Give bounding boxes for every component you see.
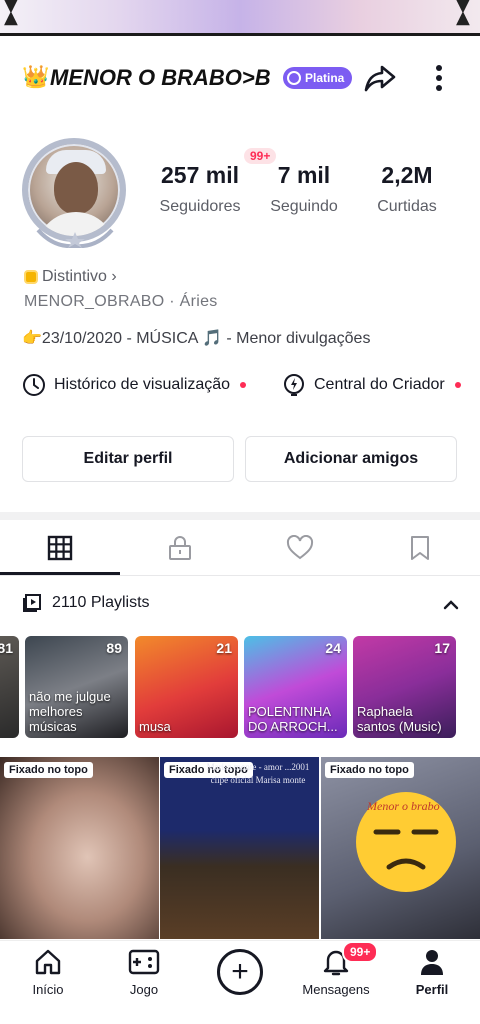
playlists-header[interactable]: 2110 Playlists (22, 593, 150, 613)
profile-handle: MENOR_OBRABO · Áries (24, 293, 218, 310)
history-link[interactable]: Histórico de visualização (22, 373, 247, 397)
heart-icon (286, 535, 314, 560)
grid-icon (47, 535, 73, 561)
platina-badge[interactable]: Platina (283, 67, 353, 89)
edit-profile-button[interactable]: Editar perfil (22, 436, 234, 482)
likes-stat[interactable]: 2,2M Curtidas (362, 160, 452, 218)
followers-label: Seguidores (159, 198, 241, 215)
distintivo-link[interactable]: Distintivo › (24, 268, 117, 286)
video-caption: Marisa monte - amor ...2001 clipe oficia… (206, 762, 310, 785)
lightbulb-icon (284, 374, 304, 396)
playlist-name: POLENTINHA DO ARROCH... (248, 704, 338, 734)
avatar-face-shape (54, 162, 98, 214)
notification-dot (454, 382, 461, 388)
playlist-card[interactable]: 24 POLENTINHA DO ARROCH... (244, 636, 347, 738)
nav-messages-label: Mensagens (302, 982, 370, 997)
nav-home-label: Início (32, 982, 64, 997)
platina-icon (287, 71, 301, 85)
active-tab-indicator (0, 572, 120, 575)
profile-stats: 257 mil Seguidores 7 mil Seguindo 2,2M C… (150, 160, 460, 224)
tab-private[interactable] (120, 520, 240, 576)
tab-saved[interactable] (360, 520, 480, 576)
playlist-name: não me julgue melhores músicas (29, 689, 111, 734)
playlist-card[interactable]: 89 não me julgue melhores músicas (25, 636, 128, 738)
following-badge: 99+ (244, 148, 277, 164)
playlist-count: 17 (434, 640, 450, 656)
crown-emoji: 👑 (22, 64, 50, 89)
profile-tabs (0, 520, 480, 576)
profile-bio: 👉23/10/2020 - MÚSICA 🎵 - Menor divulgaçõ… (22, 330, 371, 347)
pinned-label: Fixado no topo (4, 762, 93, 778)
following-count: 7 mil (277, 162, 331, 188)
more-icon[interactable] (424, 60, 454, 96)
platina-label: Platina (305, 71, 345, 85)
likes-count: 2,2M (381, 162, 433, 188)
playlist-card[interactable]: 17 Raphaela santos (Music) (353, 636, 456, 738)
create-post-button[interactable]: + (217, 949, 263, 995)
playlist-count: 21 (216, 640, 232, 656)
zigzag-decoration: ▼ ▲ (4, 0, 18, 28)
zigzag-decoration: ▼ ▲ (456, 0, 470, 28)
bottom-navigation: Início Jogo + Mensagens 99+ Perfil (0, 940, 480, 1024)
creator-center-link[interactable]: Central do Criador (282, 373, 461, 397)
profile-username: MENOR O BRABO>B (50, 65, 271, 90)
nav-profile-label: Perfil (415, 982, 449, 997)
playlist-name: musa (139, 719, 171, 734)
section-divider (0, 512, 480, 520)
tab-videos[interactable] (0, 520, 120, 576)
video-thumbnail[interactable]: Fixado no topo Menor o brabo (321, 757, 480, 939)
followers-stat[interactable]: 257 mil Seguidores (150, 160, 250, 218)
playlist-icon (23, 594, 41, 612)
profile-icon (421, 950, 443, 975)
home-icon (35, 949, 61, 975)
history-label: Histórico de visualização (54, 376, 231, 393)
video-thumbnail[interactable]: Fixado no topo (0, 757, 159, 939)
chevron-up-icon[interactable] (440, 594, 462, 616)
notification-dot (240, 382, 247, 388)
playlist-card[interactable]: 81 (0, 636, 19, 738)
playlist-carousel: 81 89 não me julgue melhores músicas 21 … (0, 636, 480, 740)
followers-count: 257 mil (161, 162, 239, 188)
distintivo-label: Distintivo › (42, 268, 117, 285)
pinned-label: Fixado no topo (325, 762, 414, 778)
following-label: Seguindo (270, 198, 338, 215)
following-stat[interactable]: 7 mil Seguindo (258, 160, 350, 218)
messages-badge: 99+ (342, 941, 379, 963)
playlist-name: Raphaela santos (Music) (357, 704, 442, 734)
playlist-count: 81 (0, 640, 13, 656)
video-overlay-text: Menor o brabo (367, 799, 440, 813)
badge-icon (24, 270, 38, 284)
video-thumbnail[interactable]: Fixado no topo Marisa monte - amor ...20… (160, 757, 319, 939)
nav-profile[interactable]: Perfil (392, 947, 472, 997)
nav-game[interactable]: Jogo (104, 947, 184, 997)
creator-center-label: Central do Criador (314, 376, 445, 393)
lock-icon (169, 536, 191, 560)
clock-icon (23, 374, 45, 396)
likes-label: Curtidas (377, 198, 437, 215)
nav-home[interactable]: Início (8, 947, 88, 997)
playlists-count-label: 2110 Playlists (52, 594, 150, 611)
nav-game-label: Jogo (129, 982, 159, 997)
playlist-card[interactable]: 21 musa (135, 636, 238, 738)
avatar[interactable] (14, 134, 132, 252)
bookmark-icon (411, 536, 429, 560)
share-icon[interactable] (362, 60, 398, 96)
profile-banner: ▼ ▲ ▼ ▲ (0, 0, 480, 36)
add-friends-button[interactable]: Adicionar amigos (245, 436, 457, 482)
gamepad-icon (128, 949, 160, 975)
playlist-count: 89 (106, 640, 122, 656)
profile-header: 👑 MENOR O BRABO>B Platina (0, 56, 480, 100)
plus-icon: + (231, 955, 249, 988)
video-grid: Fixado no topo Fixado no topo Marisa mon… (0, 757, 480, 939)
playlist-count: 24 (325, 640, 341, 656)
laurel-frame-icon (36, 228, 114, 248)
tab-liked[interactable] (240, 520, 360, 576)
